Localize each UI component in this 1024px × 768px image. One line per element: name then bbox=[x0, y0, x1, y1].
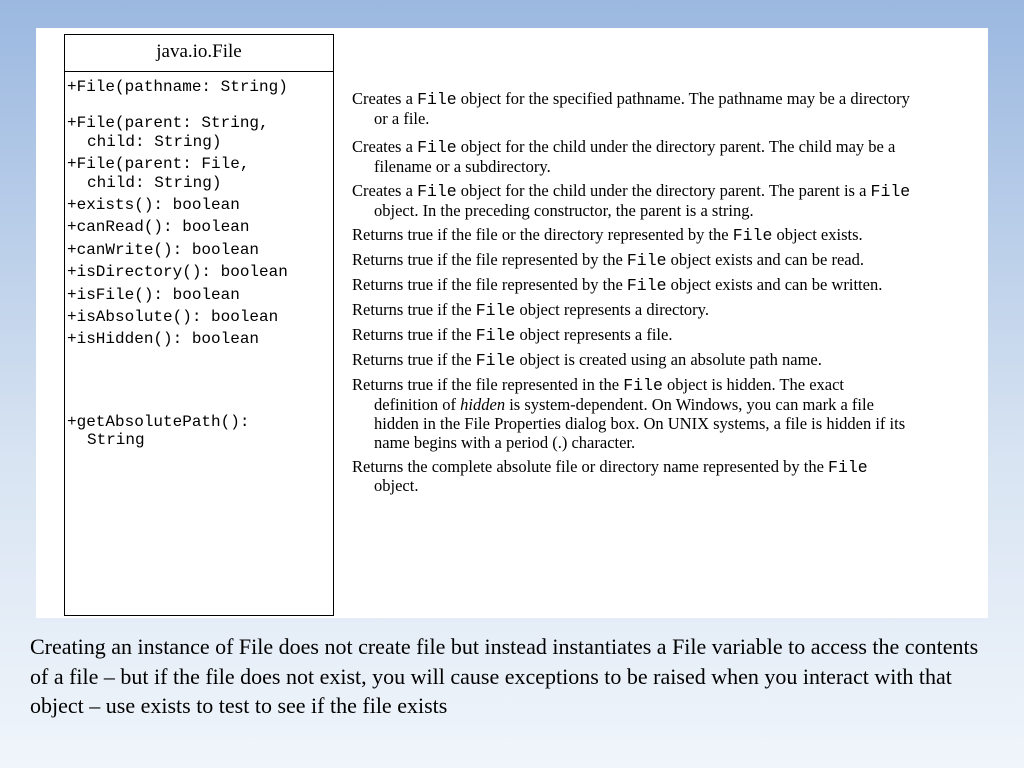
uml-row: +getAbsolutePath():String bbox=[67, 411, 329, 452]
uml-row: +isAbsolute(): boolean bbox=[67, 306, 329, 328]
uml-class-body: +File(pathname: String) +File(parent: St… bbox=[65, 72, 333, 459]
desc-row: Returns true if the file or the director… bbox=[352, 224, 980, 249]
desc-row: Returns true if the file represented by … bbox=[352, 249, 980, 274]
desc-row: Returns true if the file represented by … bbox=[352, 274, 980, 299]
desc-row: Creates a File object for the child unde… bbox=[352, 180, 980, 224]
uml-spacer bbox=[67, 351, 329, 411]
uml-row: +isDirectory(): boolean bbox=[67, 261, 329, 283]
uml-row: +canRead(): boolean bbox=[67, 216, 329, 238]
slide-caption: Creating an instance of File does not cr… bbox=[0, 618, 1024, 721]
uml-row: +File(pathname: String) bbox=[67, 76, 329, 98]
uml-row: +isHidden(): boolean bbox=[67, 328, 329, 350]
slide-area: java.io.File +File(pathname: String) +Fi… bbox=[0, 0, 1024, 618]
desc-row: Returns true if the File object is creat… bbox=[352, 349, 980, 374]
uml-row: +canWrite(): boolean bbox=[67, 239, 329, 261]
desc-row: Returns true if the File object represen… bbox=[352, 324, 980, 349]
uml-class-title: java.io.File bbox=[65, 35, 333, 72]
uml-row: +File(parent: String,child: String) bbox=[67, 112, 329, 153]
desc-row: Returns the complete absolute file or di… bbox=[352, 456, 980, 500]
uml-row: +exists(): boolean bbox=[67, 194, 329, 216]
doc-panel: java.io.File +File(pathname: String) +Fi… bbox=[36, 28, 988, 618]
desc-row: Creates a File object for the specified … bbox=[352, 88, 980, 132]
desc-row: Creates a File object for the child unde… bbox=[352, 136, 980, 180]
description-column: Creates a File object for the specified … bbox=[352, 30, 980, 616]
desc-row: Returns true if the File object represen… bbox=[352, 299, 980, 324]
uml-row: +File(parent: File,child: String) bbox=[67, 153, 329, 194]
uml-row: +isFile(): boolean bbox=[67, 284, 329, 306]
uml-class-box: java.io.File +File(pathname: String) +Fi… bbox=[64, 34, 334, 616]
desc-row: Returns true if the file represented in … bbox=[352, 374, 980, 456]
